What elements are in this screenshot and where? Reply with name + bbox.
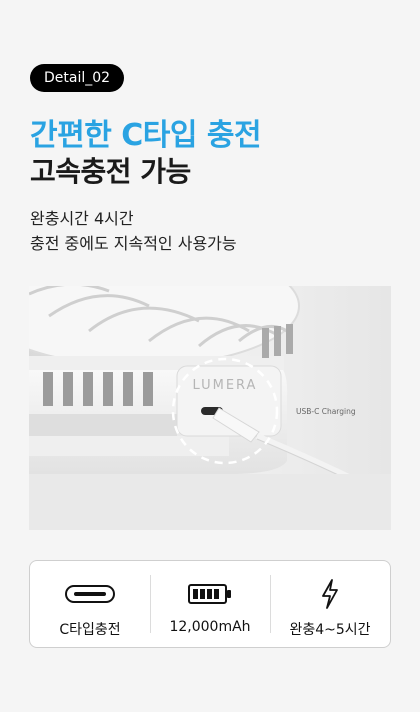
usb-c-callout: USB-C Charging bbox=[296, 407, 356, 416]
product-photo: LUMERA USB-C Charging bbox=[29, 286, 391, 530]
spec-fast-charge-label: 완충4~5시간 bbox=[289, 622, 371, 638]
description-line-1: 완충시간 4시간 bbox=[30, 209, 134, 228]
lightning-bolt-icon bbox=[320, 579, 340, 609]
spec-usb-c-label: C타입충전 bbox=[59, 622, 121, 638]
description-line-2: 충전 중에도 지속적인 사용가능 bbox=[30, 234, 237, 253]
spec-summary-card: C타입충전 12,000mAh 완충4~5시간 bbox=[29, 560, 391, 648]
detail-badge: Detail_02 bbox=[30, 64, 125, 92]
headline-secondary: 고속충전 가능 bbox=[30, 155, 191, 188]
spec-usb-c: C타입충전 bbox=[30, 561, 150, 647]
spec-fast-charge: 완충4~5시간 bbox=[270, 561, 390, 647]
brand-logo: LUMERA bbox=[193, 378, 258, 393]
spec-battery: 12,000mAh bbox=[150, 561, 270, 647]
description: 완충시간 4시간 충전 중에도 지속적인 사용가능 bbox=[30, 206, 237, 256]
headline-primary: 간편한 C타입 충전 bbox=[30, 118, 262, 153]
battery-full-icon bbox=[188, 579, 232, 609]
fan-charging-illustration: LUMERA USB-C Charging bbox=[29, 286, 391, 530]
spec-battery-label: 12,000mAh bbox=[169, 619, 251, 635]
usb-c-port-icon bbox=[65, 579, 115, 609]
